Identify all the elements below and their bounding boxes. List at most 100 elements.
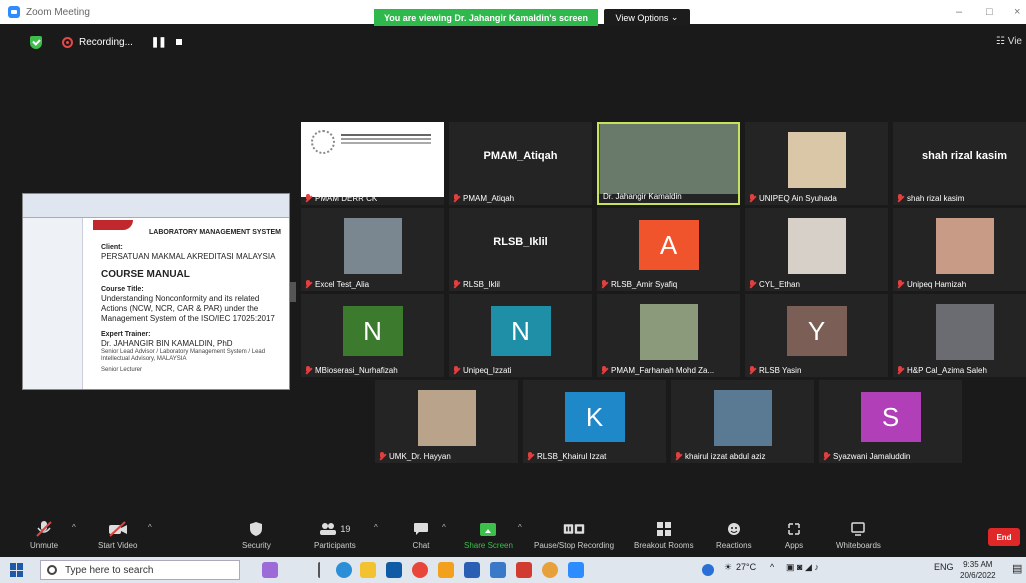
participant-tile[interactable]: Y RLSB Yasin — [745, 294, 888, 377]
audio-options-chevron-icon[interactable]: ^ — [72, 523, 76, 532]
participant-tile[interactable]: A RLSB_Amir Syafiq — [597, 208, 740, 291]
pause-recording-icon[interactable]: ❚❚ — [151, 37, 167, 48]
notifications-icon[interactable]: ▤ — [1012, 562, 1022, 575]
participant-tile[interactable]: RLSB_Iklil RLSB_Iklil — [449, 208, 592, 291]
participants-chevron-icon[interactable]: ^ — [374, 523, 378, 532]
view-options-label: View Options — [615, 12, 669, 23]
viewing-banner: You are viewing Dr. Jahangir Kamaldin's … — [374, 9, 598, 26]
participant-name: shah rizal kasim — [907, 194, 965, 203]
help-icon[interactable] — [702, 564, 714, 576]
file-explorer-icon[interactable] — [360, 562, 376, 578]
meeting-toolbar: Unmute ^ Start Video ^ Security 19 Parti… — [0, 515, 1026, 557]
participant-tile[interactable]: N MBioserasi_Nurhafizah — [301, 294, 444, 377]
participant-tile[interactable]: Excel Test_Alia — [301, 208, 444, 291]
pause-stop-recording-label: Pause/Stop Recording — [534, 541, 615, 550]
breakout-rooms-label: Breakout Rooms — [634, 541, 694, 550]
participant-tile[interactable]: UMK_Dr. Hayyan — [375, 380, 518, 463]
participant-tile[interactable]: PMAM_Atiqah PMAM_Atiqah — [449, 122, 592, 205]
muted-microphone-icon — [749, 280, 756, 289]
breakout-rooms-button[interactable]: Breakout Rooms — [634, 519, 694, 550]
chrome-browser-icon[interactable] — [412, 562, 428, 578]
share-screen-icon — [477, 519, 499, 539]
participant-name: Excel Test_Alia — [315, 280, 370, 289]
muted-microphone-icon — [749, 366, 756, 375]
participant-name-label: PMAM_Farhanah Mohd Za... — [601, 366, 714, 375]
stop-recording-icon[interactable] — [175, 39, 182, 45]
participant-video — [787, 132, 846, 188]
whiteboards-button[interactable]: Whiteboards — [836, 519, 881, 550]
sticky-app-icon[interactable] — [438, 562, 454, 578]
participant-name: UNIPEQ Ain Syuhada — [759, 194, 837, 203]
security-shield-icon[interactable] — [30, 35, 42, 49]
participant-name-label: PMAM_Atiqah — [453, 194, 514, 203]
share-screen-button[interactable]: Share Screen — [464, 519, 513, 550]
chat-chevron-icon[interactable]: ^ — [442, 523, 446, 532]
client-label: Client: — [101, 244, 123, 251]
zoom-taskbar-icon[interactable] — [568, 562, 584, 578]
document-footer: Senior Lecturer — [101, 367, 143, 373]
windows-start-icon[interactable] — [10, 563, 24, 577]
start-video-button[interactable]: Start Video — [98, 519, 137, 550]
participants-icon: 19 — [315, 519, 355, 539]
participant-tile[interactable]: N Unipeq_Izzati — [449, 294, 592, 377]
participant-name: RLSB_Iklil — [463, 280, 500, 289]
participant-tile[interactable]: shah rizal kasim shah rizal kasim — [893, 122, 1026, 205]
outlook-icon[interactable] — [490, 562, 506, 578]
store-icon[interactable] — [386, 562, 402, 578]
share-options-chevron-icon[interactable]: ^ — [518, 523, 522, 532]
taskbar-clock[interactable]: 9:35 AM 20/6/2022 — [960, 559, 996, 581]
participant-tile[interactable]: Unipeq Hamizah — [893, 208, 1026, 291]
news-widget-icon[interactable] — [262, 562, 278, 578]
task-view-icon[interactable] — [318, 562, 322, 578]
minimize-icon[interactable]: – — [956, 6, 962, 18]
participant-tile[interactable]: khairul izzat abdul aziz — [671, 380, 814, 463]
muted-microphone-icon — [33, 519, 55, 539]
participant-avatar-letter: S — [860, 392, 921, 442]
shared-screen-panel[interactable]: LABORATORY MANAGEMENT SYSTEM Client: PER… — [22, 193, 290, 390]
close-icon[interactable]: × — [1014, 6, 1020, 18]
participant-tile[interactable]: UNIPEQ Ain Syuhada — [745, 122, 888, 205]
view-layout-button[interactable]: ☷ Vie — [996, 36, 1022, 47]
word-icon[interactable] — [464, 562, 480, 578]
view-layout-label: Vie — [1007, 36, 1022, 47]
system-tray-icons[interactable]: ▣ ◙ ◢ ♪ — [786, 562, 819, 573]
reactions-button[interactable]: Reactions — [716, 519, 752, 550]
chat-button[interactable]: Chat — [410, 519, 432, 550]
show-hidden-icons-chevron-icon[interactable]: ^ — [770, 562, 774, 572]
participant-tile[interactable]: K RLSB_Khairul Izzat — [523, 380, 666, 463]
participant-video — [639, 304, 698, 360]
maximize-icon[interactable]: □ — [986, 6, 993, 18]
participant-tile[interactable]: PMAM DERR CK — [301, 122, 444, 205]
panel-resize-handle[interactable] — [290, 282, 296, 302]
apps-button[interactable]: Apps — [783, 519, 805, 550]
participant-display-name: RLSB_Iklil — [493, 236, 548, 248]
pdf-reader-icon[interactable] — [516, 562, 532, 578]
trainer-name: Dr. JAHANGIR BIN KAMALDIN, PhD — [101, 339, 233, 348]
video-options-chevron-icon[interactable]: ^ — [148, 523, 152, 532]
participant-name-label: shah rizal kasim — [897, 194, 964, 203]
apps-icon — [783, 519, 805, 539]
muted-microphone-icon — [897, 366, 904, 375]
security-button[interactable]: Security — [242, 519, 271, 550]
participants-button[interactable]: 19 Participants — [314, 519, 356, 550]
participant-tile[interactable]: PMAM_Farhanah Mohd Za... — [597, 294, 740, 377]
unmute-button[interactable]: Unmute — [30, 519, 58, 550]
pause-stop-recording-button[interactable]: Pause/Stop Recording — [534, 519, 614, 550]
weather-icon[interactable]: ☀ — [724, 562, 732, 573]
edge-browser-icon[interactable] — [336, 562, 352, 578]
taskbar-app-icon[interactable] — [542, 562, 558, 578]
taskbar-search-input[interactable]: Type here to search — [40, 560, 240, 580]
participant-tile[interactable]: H&P Cal_Azima Saleh — [893, 294, 1026, 377]
window-title: Zoom Meeting — [26, 6, 90, 18]
language-indicator[interactable]: ENG — [934, 562, 954, 572]
participant-tile[interactable]: S Syazwani Jamaluddin — [819, 380, 962, 463]
view-options-button[interactable]: View Options ⌄ — [604, 9, 690, 26]
participants-label: Participants — [314, 541, 356, 550]
muted-microphone-icon — [749, 194, 756, 203]
end-meeting-button[interactable]: End — [988, 528, 1020, 546]
clock-date: 20/6/2022 — [960, 571, 996, 580]
participant-tile[interactable]: Dr. Jahangir Kamaldin — [597, 122, 740, 205]
participant-display-name: shah rizal kasim — [922, 150, 1007, 162]
participant-name: PMAM_Atiqah — [463, 194, 515, 203]
participant-tile[interactable]: CYL_Ethan — [745, 208, 888, 291]
